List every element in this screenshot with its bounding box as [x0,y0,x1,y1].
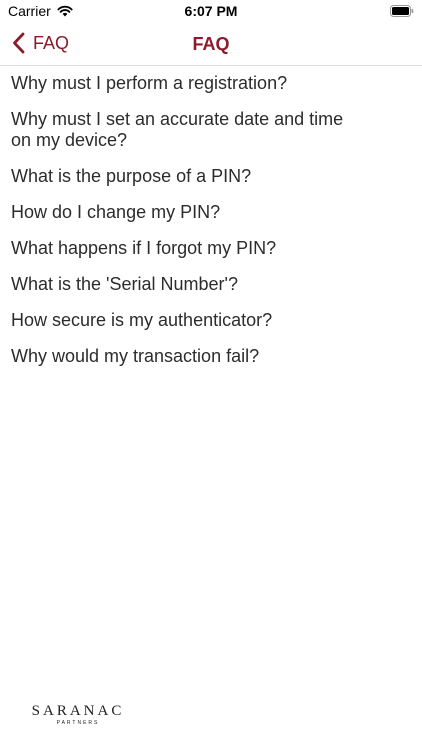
faq-item-registration[interactable]: Why must I perform a registration? [0,66,422,102]
battery-icon [390,5,414,17]
logo-name: SARANAC [31,703,125,719]
faq-item-transaction-fail[interactable]: Why would my transaction fail? [0,339,422,375]
page-title: FAQ [192,34,230,54]
faq-item-change-pin[interactable]: How do I change my PIN? [0,195,422,231]
status-bar: Carrier 6:07 PM [0,0,422,22]
status-time: 6:07 PM [184,3,238,19]
faq-item-pin-purpose[interactable]: What is the purpose of a PIN? [0,159,422,195]
faq-list: Why must I perform a registration? Why m… [0,66,422,375]
faq-item-serial-number[interactable]: What is the 'Serial Number'? [0,267,422,303]
faq-item-security[interactable]: How secure is my authenticator? [0,303,422,339]
navigation-bar: FAQ FAQ [0,22,422,66]
faq-item-date-time[interactable]: Why must I set an accurate date and time… [0,102,422,159]
faq-item-forgot-pin[interactable]: What happens if I forgot my PIN? [0,231,422,267]
saranac-logo: SARANAC PARTNERS [30,703,126,727]
faq-screen: Carrier 6:07 PM FAQ FAQ Why must I perfo… [0,0,422,750]
logo-subtitle: PARTNERS [56,720,100,726]
